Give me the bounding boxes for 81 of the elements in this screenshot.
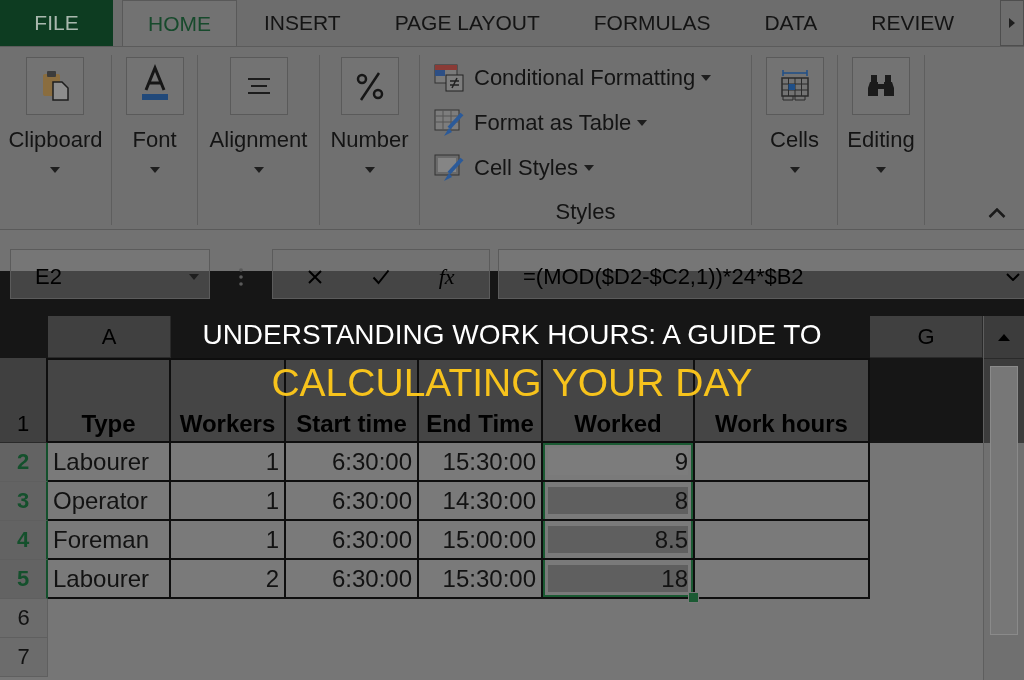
column-title: Work hours [715, 410, 848, 438]
table-cell: Labourer [48, 443, 171, 482]
ribbon-tab[interactable]: REVIEW [844, 0, 982, 46]
table-cell: 15:30:00 [419, 560, 543, 599]
align-center-icon [229, 57, 288, 115]
ribbon-tab[interactable]: PAGE LAYOUT [367, 0, 567, 46]
ribbon-tab[interactable]: DATA [737, 0, 845, 46]
caret-icon[interactable] [701, 74, 712, 81]
cells-grid-icon [765, 57, 824, 115]
fill-handle[interactable] [688, 592, 699, 603]
formula-field[interactable]: =(MOD($D2-$C2,1))*24*$B2 [498, 249, 1024, 299]
binoculars-icon [852, 57, 910, 115]
table-cell: 15:00:00 [419, 521, 543, 560]
table-highlight-icon [434, 63, 464, 92]
table-cell: Labourer [48, 560, 171, 599]
table-cell: 6:30:00 [286, 443, 419, 482]
scrollbar[interactable] [983, 316, 1024, 680]
cancel-icon[interactable] [307, 269, 324, 285]
row-header[interactable]: 7 [0, 638, 48, 677]
dropdown-button[interactable]: Conditional Formatting [434, 55, 712, 100]
table-cell: 1 [171, 482, 286, 521]
column-header[interactable]: G [870, 316, 983, 358]
caret-icon[interactable] [876, 167, 886, 173]
ribbon-tab[interactable]: INSERT [237, 0, 368, 46]
table-cell: Foreman [48, 521, 171, 560]
column-title: Type [81, 410, 136, 438]
table-brush-icon [434, 108, 464, 137]
ribbon-group-button[interactable]: Editing [847, 57, 915, 173]
insert-function-button[interactable]: fx [438, 264, 455, 290]
clipboard-icon [26, 57, 85, 115]
caret-icon[interactable] [583, 164, 594, 171]
name-box[interactable]: E2 [10, 249, 210, 299]
dropdown-button[interactable]: Cell Styles [434, 145, 594, 190]
percent-icon [340, 57, 399, 115]
banner-subtitle: CALCULATING YOUR DAY [271, 361, 753, 405]
ribbon-group-button[interactable]: Number [330, 57, 409, 173]
chevron-up-icon[interactable] [988, 208, 1006, 218]
caret-icon[interactable] [637, 119, 648, 126]
ribbon-group-button[interactable]: Cells [765, 57, 824, 173]
caret-up-icon[interactable] [998, 333, 1010, 341]
column-title: Start time [296, 410, 407, 438]
column-header[interactable]: A [48, 316, 171, 358]
table-cell: Operator [48, 482, 171, 521]
caret-icon[interactable] [50, 167, 61, 173]
banner-title: UNDERSTANDING WORK HOURS: A GUIDE TO [202, 319, 822, 351]
group-label: Styles [555, 199, 617, 225]
table-cell: 15:30:00 [419, 443, 543, 482]
row-header[interactable]: 1 [0, 358, 48, 443]
column-title: Worked [574, 410, 662, 438]
check-icon[interactable] [372, 269, 391, 285]
caret-icon[interactable] [364, 167, 375, 173]
table-cell: 9 [543, 443, 695, 482]
file-tab[interactable]: FILE [0, 0, 113, 46]
table-cell: 14:30:00 [419, 482, 543, 521]
row-header[interactable]: 6 [0, 599, 48, 638]
font-color-icon [125, 57, 184, 115]
caret-icon[interactable] [789, 167, 800, 173]
table-cell: 8.5 [543, 521, 695, 560]
column-title: End Time [426, 410, 534, 438]
caret-icon[interactable] [253, 167, 264, 173]
dropdown-button[interactable]: Format as Table [434, 100, 648, 145]
table-cell: 8 [543, 482, 695, 521]
table-cell: 6:30:00 [286, 482, 419, 521]
ribbon-tab[interactable]: HOME [122, 0, 237, 46]
ribbon-tab[interactable]: FORMULAS [566, 0, 738, 46]
table-cell: 6:30:00 [286, 560, 419, 599]
ribbon-group-button[interactable]: Clipboard [8, 57, 103, 173]
table-cell: 1 [171, 443, 286, 482]
more-icon[interactable] [239, 267, 243, 287]
scroll-thumb[interactable] [990, 366, 1018, 635]
table-cell: 6:30:00 [286, 521, 419, 560]
ribbon-group-button[interactable]: Alignment [209, 57, 308, 173]
ribbon-group-button[interactable]: Font [125, 57, 184, 173]
table-cell: 1 [171, 521, 286, 560]
chevron-down-icon[interactable] [1006, 273, 1020, 281]
caret-right-icon [1009, 18, 1015, 28]
caret-icon[interactable] [149, 167, 160, 173]
table-cell: 2 [171, 560, 286, 599]
cell-brush-icon [434, 153, 464, 182]
tab-scroll-button[interactable] [1000, 0, 1024, 46]
column-title: Workers [179, 410, 276, 438]
